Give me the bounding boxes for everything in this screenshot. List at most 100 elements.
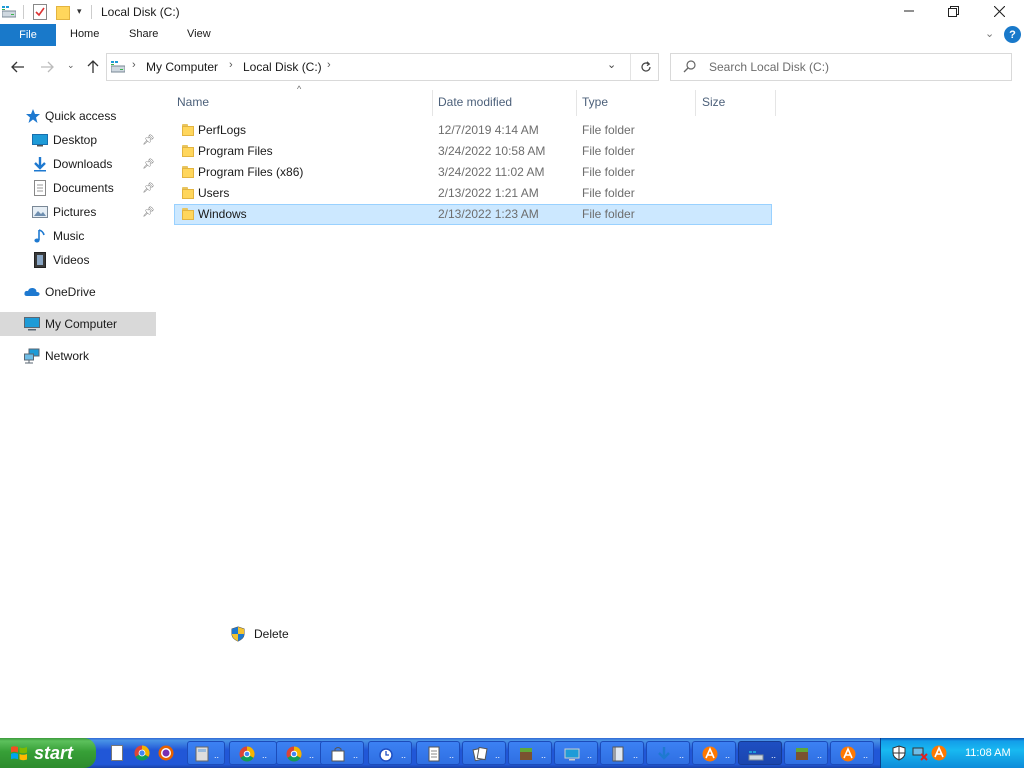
minimize-button[interactable] bbox=[886, 0, 932, 22]
security-shield-icon[interactable] bbox=[891, 745, 907, 761]
column-divider[interactable] bbox=[775, 90, 776, 116]
network-disconnected-icon[interactable] bbox=[912, 745, 928, 761]
computer-icon bbox=[24, 317, 40, 331]
properties-icon[interactable] bbox=[33, 4, 47, 20]
file-name: Windows bbox=[198, 207, 247, 221]
tab-share[interactable]: Share bbox=[129, 28, 158, 40]
taskbar-button[interactable]: .. bbox=[368, 741, 412, 765]
search-input[interactable] bbox=[709, 59, 999, 75]
delete-menu-item[interactable]: Delete bbox=[230, 625, 289, 643]
taskbar-button[interactable]: .. bbox=[600, 741, 644, 765]
taskbar-button[interactable]: .. bbox=[320, 741, 364, 765]
document-icon[interactable] bbox=[109, 745, 125, 761]
breadcrumb-local-disk[interactable]: Local Disk (C:) bbox=[243, 60, 322, 74]
column-header-date-modified[interactable]: Date modified bbox=[438, 92, 512, 112]
chevron-right-icon[interactable]: › bbox=[327, 59, 331, 71]
column-divider[interactable] bbox=[695, 90, 696, 116]
nav-label: Music bbox=[53, 229, 85, 243]
taskbar: start .. .. .. .. .. .. .. .. .. .. .. .… bbox=[0, 738, 1024, 768]
refresh-button[interactable] bbox=[630, 54, 660, 80]
nav-videos[interactable]: Videos bbox=[0, 248, 156, 272]
close-button[interactable] bbox=[976, 0, 1022, 22]
taskbar-button[interactable]: .. bbox=[692, 741, 736, 765]
nav-pictures[interactable]: Pictures 📌︎ bbox=[0, 200, 156, 224]
table-row[interactable]: Program Files (x86) 3/24/2022 11:02 AM F… bbox=[174, 162, 772, 183]
chevron-right-icon[interactable]: › bbox=[229, 59, 233, 71]
column-header-size[interactable]: Size bbox=[702, 92, 725, 112]
nav-desktop[interactable]: Desktop 📌︎ bbox=[0, 128, 156, 152]
help-icon[interactable]: ? bbox=[1004, 26, 1021, 43]
file-name: PerfLogs bbox=[198, 123, 247, 137]
nav-downloads[interactable]: Downloads 📌︎ bbox=[0, 152, 156, 176]
sort-ascending-icon: ^ bbox=[297, 84, 302, 94]
taskbar-button[interactable]: .. bbox=[830, 741, 874, 765]
address-bar[interactable]: › My Computer › Local Disk (C:) › ⌄ bbox=[106, 53, 659, 81]
new-folder-icon[interactable] bbox=[56, 4, 70, 20]
recent-locations-icon[interactable]: ⌄ bbox=[67, 60, 75, 71]
star-icon bbox=[26, 109, 40, 123]
taskbar-button[interactable]: .. bbox=[187, 741, 225, 765]
start-button[interactable]: start bbox=[0, 738, 96, 768]
clock[interactable]: 11:08 AM bbox=[965, 747, 1011, 759]
tab-home[interactable]: Home bbox=[70, 28, 99, 40]
notepad-icon bbox=[428, 746, 440, 762]
address-dropdown-icon[interactable]: ⌄ bbox=[607, 58, 616, 71]
column-header-type[interactable]: Type bbox=[582, 92, 608, 112]
nav-label: My Computer bbox=[45, 317, 118, 331]
nav-label: OneDrive bbox=[45, 285, 96, 299]
table-row-selected[interactable]: Windows 2/13/2022 1:23 AM File folder bbox=[174, 204, 772, 225]
breadcrumb-my-computer[interactable]: My Computer bbox=[146, 60, 218, 74]
file-list: ^ Name Date modified Type Size PerfLogs … bbox=[160, 84, 1024, 736]
column-divider[interactable] bbox=[432, 90, 433, 116]
up-icon[interactable] bbox=[87, 60, 99, 74]
taskbar-ellipsis: .. bbox=[633, 750, 639, 760]
taskbar-ellipsis: .. bbox=[401, 750, 407, 760]
nav-onedrive[interactable]: OneDrive bbox=[0, 280, 156, 304]
music-icon bbox=[34, 229, 45, 243]
chrome-icon bbox=[239, 746, 255, 762]
taskbar-button[interactable]: .. bbox=[784, 741, 828, 765]
forward-icon[interactable] bbox=[40, 61, 54, 73]
search-box[interactable] bbox=[670, 53, 1012, 81]
chevron-right-icon[interactable]: › bbox=[132, 59, 136, 71]
table-row[interactable]: Users 2/13/2022 1:21 AM File folder bbox=[174, 183, 772, 204]
nav-documents[interactable]: Documents 📌︎ bbox=[0, 176, 156, 200]
taskbar-ellipsis: .. bbox=[679, 750, 685, 760]
taskbar-button[interactable]: .. bbox=[554, 741, 598, 765]
table-row[interactable]: PerfLogs 12/7/2019 4:14 AM File folder bbox=[174, 120, 772, 141]
taskbar-button-active[interactable]: .. bbox=[738, 741, 782, 765]
store-icon bbox=[331, 747, 345, 762]
file-date: 3/24/2022 10:58 AM bbox=[438, 144, 546, 158]
tab-file[interactable]: File bbox=[0, 24, 56, 46]
nav-my-computer[interactable]: My Computer bbox=[0, 312, 156, 336]
back-icon[interactable] bbox=[11, 61, 25, 73]
taskbar-button[interactable]: .. bbox=[416, 741, 460, 765]
pin-icon[interactable]: 📌︎ bbox=[142, 135, 155, 146]
start-label: start bbox=[34, 742, 74, 763]
chrome-icon[interactable] bbox=[134, 745, 150, 761]
pin-icon[interactable]: 📌︎ bbox=[142, 159, 155, 170]
browser-icon[interactable] bbox=[158, 745, 174, 761]
column-header-name[interactable]: Name bbox=[177, 92, 209, 112]
customize-toolbar-icon[interactable]: ▾ bbox=[77, 6, 82, 17]
pin-icon[interactable]: 📌︎ bbox=[142, 207, 155, 218]
pin-icon[interactable]: 📌︎ bbox=[142, 183, 155, 194]
column-divider[interactable] bbox=[576, 90, 577, 116]
nav-music[interactable]: Music bbox=[0, 224, 156, 248]
folder-icon bbox=[182, 145, 194, 157]
nav-quick-access[interactable]: Quick access bbox=[0, 104, 156, 128]
taskbar-button[interactable]: .. bbox=[229, 741, 277, 765]
taskbar-button[interactable]: .. bbox=[508, 741, 552, 765]
taskbar-button[interactable]: .. bbox=[646, 741, 690, 765]
file-name: Users bbox=[198, 186, 230, 200]
nav-network[interactable]: Network bbox=[0, 344, 156, 368]
restore-button[interactable] bbox=[930, 0, 976, 22]
avast-tray-icon[interactable] bbox=[931, 745, 947, 761]
taskbar-button[interactable]: .. bbox=[276, 741, 324, 765]
table-row[interactable]: Program Files 3/24/2022 10:58 AM File fo… bbox=[174, 141, 772, 162]
tab-view[interactable]: View bbox=[187, 28, 211, 40]
downloads-icon bbox=[34, 157, 46, 172]
taskbar-button[interactable]: .. bbox=[462, 741, 506, 765]
file-date: 2/13/2022 1:23 AM bbox=[438, 207, 539, 221]
expand-ribbon-icon[interactable]: ⌄ bbox=[985, 27, 994, 40]
